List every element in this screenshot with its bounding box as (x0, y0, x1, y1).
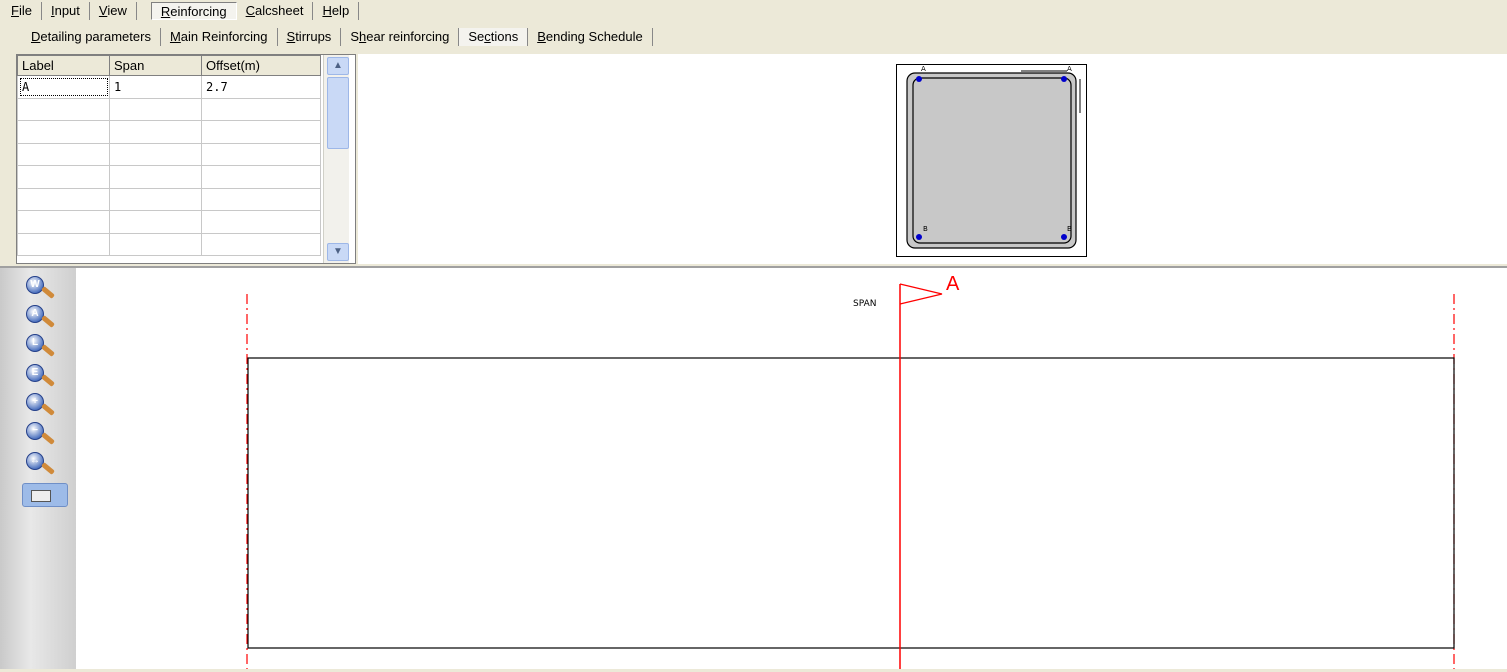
table-row[interactable]: A 1 2.7 (17, 75, 321, 99)
cell-offset[interactable]: 2.7 (201, 75, 321, 99)
pan-icon[interactable]: ↔ (26, 452, 62, 478)
zoom-lens: L (26, 334, 44, 352)
beam-elevation (247, 357, 1455, 649)
sections-table: Label Span Offset(m) A 1 2.7 (17, 55, 321, 256)
elevation-svg: A SPAN (246, 273, 1455, 669)
menu-reinforcing[interactable]: Reinforcing (150, 2, 237, 20)
tab-shear-reinforcing[interactable]: Shear reinforcing (341, 28, 460, 46)
tab-detailing-parameters[interactable]: Detailing parameters (22, 28, 161, 46)
scroll-up-icon[interactable]: ▲ (327, 57, 349, 75)
zoom-limits-icon[interactable]: L (26, 334, 62, 360)
table-cell[interactable] (201, 232, 321, 256)
table-cell[interactable] (201, 142, 321, 166)
menu-bar: File Input View Reinforcing Calcsheet He… (0, 0, 1507, 22)
table-cell[interactable] (109, 165, 202, 189)
table-cell[interactable] (17, 165, 110, 189)
table-row[interactable] (17, 210, 321, 234)
cell-span[interactable]: 1 (109, 75, 202, 99)
table-cell[interactable] (109, 232, 202, 256)
cross-section-svg: A A B B (906, 65, 1081, 249)
concrete-outline (906, 72, 1077, 249)
table-cell[interactable] (201, 97, 321, 121)
rebar-dot (916, 76, 922, 82)
table-row[interactable] (17, 142, 321, 166)
rebar-dot (916, 234, 922, 240)
column-header-offset[interactable]: Offset(m) (201, 55, 321, 76)
zoom-lens: ↔ (26, 452, 44, 470)
table-cell[interactable] (17, 142, 110, 166)
menu-input[interactable]: Input (42, 2, 90, 20)
sections-grid: Label Span Offset(m) A 1 2.7 ▲ ▼ (16, 54, 356, 264)
table-row[interactable] (17, 232, 321, 256)
table-row[interactable] (17, 187, 321, 211)
zoom-lens: W (26, 276, 44, 294)
menu-calcsheet[interactable]: Calcsheet (237, 2, 314, 20)
zoom-window-icon[interactable]: W (26, 276, 62, 302)
table-cell[interactable] (17, 232, 110, 256)
scroll-thumb[interactable] (327, 77, 349, 149)
menu-help[interactable]: Help (313, 2, 360, 20)
tab-stirrups[interactable]: Stirrups (278, 28, 342, 46)
bar-label-bottom-left: B (923, 225, 928, 233)
grid-scrollbar[interactable]: ▲ ▼ (323, 55, 349, 263)
span-label: SPAN (853, 299, 876, 309)
table-cell[interactable] (201, 120, 321, 144)
zoom-lens: − (26, 422, 44, 440)
menu-view[interactable]: View (90, 2, 137, 20)
column-header-label[interactable]: Label (17, 55, 110, 76)
rebar-dot (1061, 234, 1067, 240)
table-cell[interactable] (17, 97, 110, 121)
table-cell[interactable] (109, 97, 202, 121)
table-cell[interactable] (201, 210, 321, 234)
table-cell[interactable] (109, 210, 202, 234)
table-cell[interactable] (109, 187, 202, 211)
bar-label-top-right: A (1067, 65, 1072, 73)
table-cell[interactable] (109, 142, 202, 166)
table-cell[interactable] (201, 165, 321, 189)
print-icon[interactable] (22, 483, 68, 507)
tab-main-reinforcing[interactable]: Main Reinforcing (161, 28, 278, 46)
table-row[interactable] (17, 97, 321, 121)
rebar-dot (1061, 76, 1067, 82)
table-row[interactable] (17, 165, 321, 189)
menu-file[interactable]: File (2, 2, 42, 20)
table-cell[interactable] (17, 187, 110, 211)
scroll-down-icon[interactable]: ▼ (327, 243, 349, 261)
section-marker-flag (899, 283, 943, 305)
table-cell[interactable] (17, 120, 110, 144)
table-cell[interactable] (109, 120, 202, 144)
zoom-in-icon[interactable]: + (26, 393, 62, 419)
zoom-all-icon[interactable]: A (26, 305, 62, 331)
column-header-span[interactable]: Span (109, 55, 202, 76)
tab-sections[interactable]: Sections (459, 28, 529, 46)
cross-section-drawing: A A B B (896, 64, 1087, 257)
table-cell[interactable] (201, 187, 321, 211)
zoom-lens: A (26, 305, 44, 323)
tab-bending-schedule[interactable]: Bending Schedule (528, 28, 653, 46)
section-marker-label: A (946, 273, 960, 295)
elevation-canvas[interactable]: A SPAN (76, 266, 1507, 669)
tab-bar: Detailing parameters Main Reinforcing St… (0, 26, 1507, 48)
cell-label[interactable]: A (17, 75, 110, 99)
zoom-lens: + (26, 393, 44, 411)
zoom-out-icon[interactable]: − (26, 422, 62, 448)
bar-label-top-left: A (921, 65, 926, 73)
table-row[interactable] (17, 120, 321, 144)
zoom-extents-icon[interactable]: E (26, 364, 62, 390)
zoom-lens: E (26, 364, 44, 382)
bar-label-bottom-right: B (1067, 225, 1072, 233)
table-cell[interactable] (17, 210, 110, 234)
